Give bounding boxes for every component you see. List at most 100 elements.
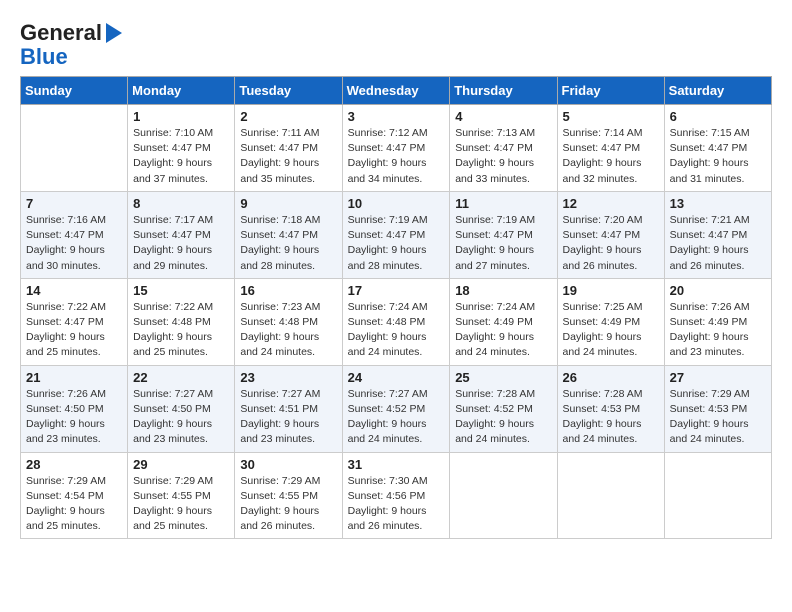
day-number: 30 [240,457,336,472]
day-number: 7 [26,196,122,211]
day-info: Sunrise: 7:16 AMSunset: 4:47 PMDaylight:… [26,213,122,274]
day-number: 4 [455,109,551,124]
calendar-cell: 23 Sunrise: 7:27 AMSunset: 4:51 PMDayligh… [235,365,342,452]
calendar-cell: 17Sunrise: 7:24 AMSunset: 4:48 PMDayligh… [342,278,450,365]
day-info: Sunrise: 7:22 AMSunset: 4:47 PMDaylight:… [26,300,122,361]
day-number: 29 [133,457,229,472]
calendar-cell: 25 Sunrise: 7:28 AMSunset: 4:52 PMDayligh… [450,365,557,452]
header-wednesday: Wednesday [342,77,450,105]
day-number: 10 [348,196,445,211]
calendar-cell: 20 Sunrise: 7:26 AMSunset: 4:49 PMDayligh… [664,278,771,365]
day-info: Sunrise: 7:24 AMSunset: 4:49 PMDaylight:… [455,300,551,361]
day-info: Sunrise: 7:11 AMSunset: 4:47 PMDaylight:… [240,126,336,187]
header-sunday: Sunday [21,77,128,105]
day-number: 6 [670,109,766,124]
day-info: Sunrise: 7:19 AMSunset: 4:47 PMDaylight:… [348,213,445,274]
day-number: 16 [240,283,336,298]
calendar-week-2: 7 Sunrise: 7:16 AMSunset: 4:47 PMDaylight… [21,191,772,278]
calendar-cell: 18Sunrise: 7:24 AMSunset: 4:49 PMDayligh… [450,278,557,365]
day-number: 14 [26,283,122,298]
day-info: Sunrise: 7:26 AMSunset: 4:49 PMDaylight:… [670,300,766,361]
day-number: 5 [563,109,659,124]
day-info: Sunrise: 7:29 AMSunset: 4:53 PMDaylight:… [670,387,766,448]
calendar-cell: 9 Sunrise: 7:18 AMSunset: 4:47 PMDaylight… [235,191,342,278]
day-number: 17 [348,283,445,298]
header-monday: Monday [128,77,235,105]
calendar-cell: 27 Sunrise: 7:29 AMSunset: 4:53 PMDayligh… [664,365,771,452]
day-info: Sunrise: 7:13 AMSunset: 4:47 PMDaylight:… [455,126,551,187]
day-number: 19 [563,283,659,298]
day-number: 23 [240,370,336,385]
day-number: 21 [26,370,122,385]
header-thursday: Thursday [450,77,557,105]
day-number: 22 [133,370,229,385]
day-info: Sunrise: 7:23 AMSunset: 4:48 PMDaylight:… [240,300,336,361]
day-info: Sunrise: 7:27 AMSunset: 4:52 PMDaylight:… [348,387,445,448]
day-number: 31 [348,457,445,472]
calendar-cell: 3Sunrise: 7:12 AMSunset: 4:47 PMDaylight… [342,105,450,192]
calendar-cell: 16 Sunrise: 7:23 AMSunset: 4:48 PMDayligh… [235,278,342,365]
calendar-week-5: 28 Sunrise: 7:29 AMSunset: 4:54 PMDayligh… [21,452,772,539]
day-number: 1 [133,109,229,124]
day-number: 9 [240,196,336,211]
day-info: Sunrise: 7:10 AMSunset: 4:47 PMDaylight:… [133,126,229,187]
calendar-cell [557,452,664,539]
day-info: Sunrise: 7:19 AMSunset: 4:47 PMDaylight:… [455,213,551,274]
day-number: 28 [26,457,122,472]
header-friday: Friday [557,77,664,105]
day-number: 26 [563,370,659,385]
calendar-cell: 4 Sunrise: 7:13 AMSunset: 4:47 PMDaylight… [450,105,557,192]
calendar-cell: 11 Sunrise: 7:19 AMSunset: 4:47 PMDayligh… [450,191,557,278]
day-number: 20 [670,283,766,298]
calendar-cell: 5 Sunrise: 7:14 AMSunset: 4:47 PMDaylight… [557,105,664,192]
day-number: 25 [455,370,551,385]
calendar-cell: 8Sunrise: 7:17 AMSunset: 4:47 PMDaylight… [128,191,235,278]
day-info: Sunrise: 7:27 AMSunset: 4:51 PMDaylight:… [240,387,336,448]
calendar-cell: 10 Sunrise: 7:19 AMSunset: 4:47 PMDayligh… [342,191,450,278]
day-info: Sunrise: 7:29 AMSunset: 4:55 PMDaylight:… [133,474,229,535]
day-info: Sunrise: 7:26 AMSunset: 4:50 PMDaylight:… [26,387,122,448]
page-header: General Blue [20,20,772,68]
calendar-table: SundayMondayTuesdayWednesdayThursdayFrid… [20,76,772,539]
header-saturday: Saturday [664,77,771,105]
logo-arrow-icon [106,23,122,43]
calendar-week-4: 21 Sunrise: 7:26 AMSunset: 4:50 PMDayligh… [21,365,772,452]
logo-blue: Blue [20,46,68,68]
calendar-cell: 1 Sunrise: 7:10 AMSunset: 4:47 PMDaylight… [128,105,235,192]
calendar-cell: 22 Sunrise: 7:27 AMSunset: 4:50 PMDayligh… [128,365,235,452]
day-number: 8 [133,196,229,211]
day-number: 11 [455,196,551,211]
calendar-cell: 7 Sunrise: 7:16 AMSunset: 4:47 PMDaylight… [21,191,128,278]
day-info: Sunrise: 7:14 AMSunset: 4:47 PMDaylight:… [563,126,659,187]
calendar-week-1: 1 Sunrise: 7:10 AMSunset: 4:47 PMDaylight… [21,105,772,192]
calendar-body: 1 Sunrise: 7:10 AMSunset: 4:47 PMDaylight… [21,105,772,539]
day-number: 27 [670,370,766,385]
logo: General Blue [20,20,122,68]
day-info: Sunrise: 7:29 AMSunset: 4:54 PMDaylight:… [26,474,122,535]
calendar-cell: 21 Sunrise: 7:26 AMSunset: 4:50 PMDayligh… [21,365,128,452]
day-number: 3 [348,109,445,124]
logo-general: General [20,20,102,46]
calendar-cell: 6 Sunrise: 7:15 AMSunset: 4:47 PMDaylight… [664,105,771,192]
calendar-cell: 14 Sunrise: 7:22 AMSunset: 4:47 PMDayligh… [21,278,128,365]
day-info: Sunrise: 7:30 AMSunset: 4:56 PMDaylight:… [348,474,445,535]
calendar-week-3: 14 Sunrise: 7:22 AMSunset: 4:47 PMDayligh… [21,278,772,365]
calendar-cell [664,452,771,539]
calendar-cell: 2Sunrise: 7:11 AMSunset: 4:47 PMDaylight… [235,105,342,192]
day-info: Sunrise: 7:29 AMSunset: 4:55 PMDaylight:… [240,474,336,535]
calendar-cell: 13Sunrise: 7:21 AMSunset: 4:47 PMDayligh… [664,191,771,278]
calendar-cell [21,105,128,192]
day-info: Sunrise: 7:28 AMSunset: 4:52 PMDaylight:… [455,387,551,448]
calendar-header-row: SundayMondayTuesdayWednesdayThursdayFrid… [21,77,772,105]
day-info: Sunrise: 7:18 AMSunset: 4:47 PMDaylight:… [240,213,336,274]
header-tuesday: Tuesday [235,77,342,105]
day-info: Sunrise: 7:27 AMSunset: 4:50 PMDaylight:… [133,387,229,448]
day-info: Sunrise: 7:21 AMSunset: 4:47 PMDaylight:… [670,213,766,274]
day-number: 15 [133,283,229,298]
day-info: Sunrise: 7:20 AMSunset: 4:47 PMDaylight:… [563,213,659,274]
day-info: Sunrise: 7:15 AMSunset: 4:47 PMDaylight:… [670,126,766,187]
day-info: Sunrise: 7:22 AMSunset: 4:48 PMDaylight:… [133,300,229,361]
calendar-cell: 31 Sunrise: 7:30 AMSunset: 4:56 PMDayligh… [342,452,450,539]
day-info: Sunrise: 7:25 AMSunset: 4:49 PMDaylight:… [563,300,659,361]
calendar-cell: 12Sunrise: 7:20 AMSunset: 4:47 PMDayligh… [557,191,664,278]
